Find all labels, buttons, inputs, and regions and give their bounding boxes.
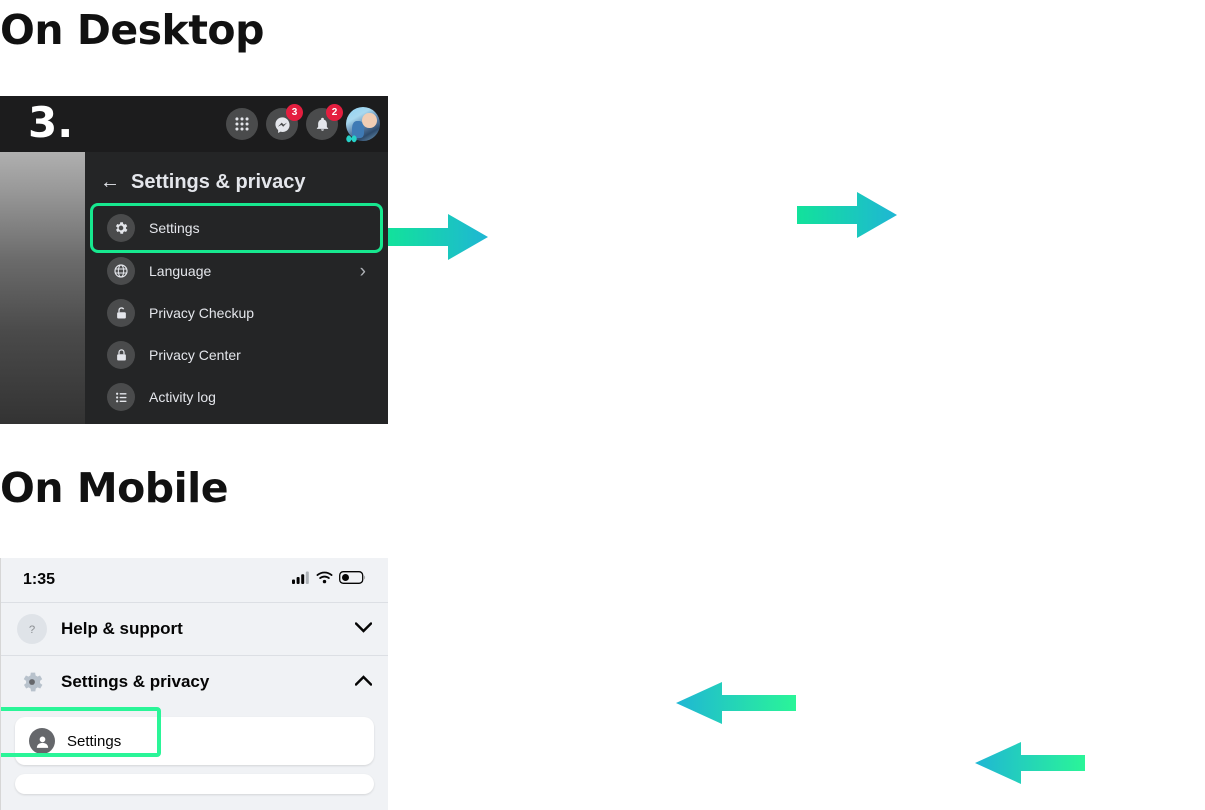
mobile-row-help-support[interactable]: ? Help & support <box>1 602 388 654</box>
page-title-desktop: On Desktop <box>0 6 264 54</box>
submenu-header: ← Settings & privacy <box>85 158 388 206</box>
lock-icon <box>107 341 135 369</box>
mobile-step-3-panel: 1:35 ? Help & support Settings & privacy… <box>0 558 388 810</box>
right-arrow-step1-to-2 <box>388 214 488 260</box>
settings-card-next <box>15 774 374 794</box>
menu-item-label: Activity log <box>149 389 216 405</box>
menu-item-label: Settings <box>149 220 200 236</box>
tutorial-infographic: On Desktop On Mobile 1. 4 <box>0 0 1205 810</box>
settings-privacy-submenu: ← Settings & privacy Settings Language › <box>85 152 388 424</box>
lock-check-icon <box>107 299 135 327</box>
person-circle-icon <box>29 728 55 754</box>
settings-card: Settings <box>15 717 374 765</box>
card-row-settings[interactable]: Settings <box>15 717 374 765</box>
wifi-icon <box>316 571 333 589</box>
left-arrow-step3 <box>975 742 1085 784</box>
menu-item-feed[interactable]: Feed <box>93 418 380 424</box>
chevron-down-icon[interactable] <box>354 620 373 637</box>
menu-item-language[interactable]: Language › <box>93 250 380 292</box>
status-indicators <box>292 571 366 589</box>
list-icon <box>107 383 135 411</box>
menu-grid-icon[interactable] <box>226 108 258 140</box>
svg-text:?: ? <box>29 624 35 636</box>
menu-item-privacy-center[interactable]: Privacy Center <box>93 334 380 376</box>
card-label: Settings <box>67 732 122 750</box>
step-number-3: 3. <box>28 98 74 147</box>
ios-status-bar: 1:35 <box>1 558 388 602</box>
back-arrow-icon[interactable]: ← <box>95 171 125 194</box>
left-arrow-step2 <box>676 682 796 724</box>
messenger-badge: 3 <box>286 104 303 121</box>
menu-item-settings[interactable]: Settings <box>90 203 383 253</box>
chevron-up-icon[interactable] <box>354 673 373 690</box>
right-arrow-step2-to-3 <box>797 192 897 238</box>
bell-icon[interactable]: 2 <box>306 104 343 140</box>
signal-icon <box>292 571 310 589</box>
menu-item-label: Language <box>149 263 212 279</box>
messenger-icon[interactable]: 3 <box>266 104 303 140</box>
row-label: Help & support <box>61 618 183 638</box>
globe-icon <box>107 257 135 285</box>
bell-badge: 2 <box>326 104 343 121</box>
page-title-mobile: On Mobile <box>0 464 229 512</box>
status-clock: 1:35 <box>23 571 56 588</box>
chevron-right-icon: › <box>359 260 366 282</box>
question-icon: ? <box>17 613 47 644</box>
gear-grey-icon <box>17 667 47 697</box>
menu-item-activity-log[interactable]: Activity log <box>93 376 380 418</box>
gear-icon <box>107 214 135 242</box>
submenu-title: Settings & privacy <box>131 170 306 193</box>
menu-item-label: Privacy Center <box>149 347 241 363</box>
row-label: Settings & privacy <box>61 671 210 691</box>
mobile-row-settings-privacy[interactable]: Settings & privacy <box>1 655 388 707</box>
menu-item-privacy-checkup[interactable]: Privacy Checkup <box>93 292 380 334</box>
menu-item-label: Privacy Checkup <box>149 305 255 321</box>
battery-icon <box>339 571 366 589</box>
desktop-step-3-panel: 3 2 3. ← Settings & privacy Settings Lan… <box>0 96 388 424</box>
